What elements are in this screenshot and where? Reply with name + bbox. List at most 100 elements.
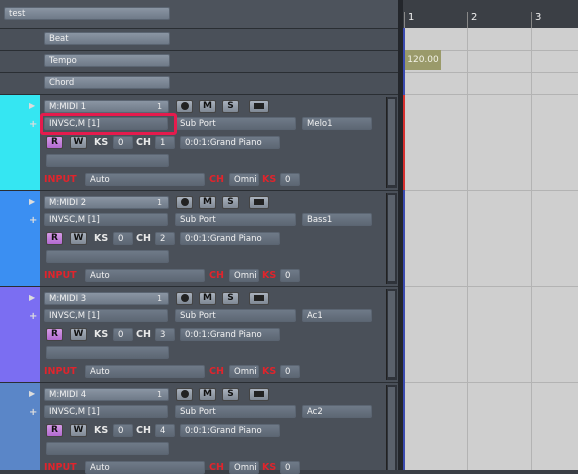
input-ks-field[interactable]: 0 — [280, 269, 300, 282]
expand-icon[interactable]: ▶ — [29, 197, 35, 206]
beat-track-label[interactable]: Beat — [44, 32, 170, 45]
ks-value-field[interactable]: 0 — [113, 424, 133, 437]
expand-icon[interactable]: ▶ — [29, 389, 35, 398]
input-ks-field[interactable]: 0 — [280, 173, 300, 186]
input-field[interactable]: Auto — [85, 173, 205, 186]
blank-field[interactable] — [46, 442, 169, 455]
read-button[interactable]: R — [46, 424, 63, 437]
read-button[interactable]: R — [46, 328, 63, 341]
expand-icon[interactable]: ▶ — [29, 293, 35, 302]
track-2-scrollbar[interactable] — [386, 193, 397, 284]
ch-value-field[interactable]: 3 — [155, 328, 175, 341]
record-button[interactable] — [176, 388, 193, 401]
part-name-field[interactable]: Ac2 — [302, 405, 372, 418]
track-1-scrollbar[interactable] — [386, 97, 397, 188]
add-icon[interactable]: + — [29, 119, 37, 130]
input-ks-field[interactable]: 0 — [280, 461, 300, 474]
mute-button[interactable]: M — [199, 100, 216, 113]
device-field[interactable]: INVSC,M [1] — [44, 309, 168, 322]
input-ch-label: CH — [209, 174, 224, 185]
input-field[interactable]: Auto — [85, 269, 205, 282]
mute-button[interactable]: M — [199, 292, 216, 305]
chord-track-label[interactable]: Chord — [44, 76, 170, 89]
patch-field[interactable]: 0:0:1:Grand Piano — [180, 136, 280, 149]
global-track-chord: Chord — [0, 73, 398, 95]
add-icon[interactable]: + — [29, 311, 37, 322]
patch-field[interactable]: 0:0:1:Grand Piano — [180, 424, 280, 437]
bar-number: 2 — [471, 12, 478, 23]
patch-field[interactable]: 0:0:1:Grand Piano — [180, 328, 280, 341]
scroll-thumb[interactable] — [388, 195, 395, 281]
ch-value-field[interactable]: 2 — [155, 232, 175, 245]
read-button[interactable]: R — [46, 232, 63, 245]
port-field[interactable]: Sub Port — [175, 213, 296, 226]
ch-label: CH — [136, 233, 151, 244]
monitor-button[interactable] — [249, 292, 269, 305]
blank-field[interactable] — [46, 154, 169, 167]
solo-button[interactable]: S — [222, 292, 239, 305]
add-icon[interactable]: + — [29, 215, 37, 226]
port-field[interactable]: Sub Port — [175, 405, 296, 418]
input-label: INPUT — [44, 174, 77, 185]
record-button[interactable] — [176, 292, 193, 305]
ks-value-field[interactable]: 0 — [113, 328, 133, 341]
monitor-button[interactable] — [249, 100, 269, 113]
track-name-field[interactable]: M:MIDI 4 — [44, 388, 169, 401]
part-name-field[interactable]: Melo1 — [302, 117, 372, 130]
read-button[interactable]: R — [46, 136, 63, 149]
bar-marker — [531, 12, 532, 28]
write-button[interactable]: W — [70, 232, 87, 245]
write-button[interactable]: W — [70, 328, 87, 341]
ch-value-field[interactable]: 4 — [155, 424, 175, 437]
scroll-thumb[interactable] — [388, 99, 395, 185]
track-name-field[interactable]: M:MIDI 3 — [44, 292, 169, 305]
monitor-button[interactable] — [249, 196, 269, 209]
omni-field[interactable]: Omni — [229, 269, 259, 282]
ruler[interactable]: 1 2 3 — [403, 0, 578, 28]
record-button[interactable] — [176, 196, 193, 209]
write-button[interactable]: W — [70, 136, 87, 149]
bar-number: 1 — [408, 12, 415, 23]
record-icon — [180, 294, 189, 302]
timeline-area[interactable]: 1 2 3 120.00 — [403, 0, 578, 470]
input-ks-field[interactable]: 0 — [280, 365, 300, 378]
record-region-marker — [403, 95, 405, 190]
ch-value-field[interactable]: 1 — [155, 136, 175, 149]
omni-field[interactable]: Omni — [229, 173, 259, 186]
blank-field[interactable] — [46, 346, 169, 359]
tempo-track-label[interactable]: Tempo — [44, 54, 170, 67]
project-name-field[interactable]: test — [4, 7, 170, 20]
record-button[interactable] — [176, 100, 193, 113]
track-name-field[interactable]: M:MIDI 1 — [44, 100, 169, 113]
part-name-field[interactable]: Bass1 — [302, 213, 372, 226]
solo-button[interactable]: S — [222, 100, 239, 113]
add-icon[interactable]: + — [29, 407, 37, 418]
omni-field[interactable]: Omni — [229, 365, 259, 378]
expand-icon[interactable]: ▶ — [29, 101, 35, 110]
patch-field[interactable]: 0:0:1:Grand Piano — [180, 232, 280, 245]
solo-button[interactable]: S — [222, 196, 239, 209]
mute-button[interactable]: M — [199, 196, 216, 209]
track-3-scrollbar[interactable] — [386, 289, 397, 380]
track-4-scrollbar[interactable] — [386, 385, 397, 470]
input-ks-label: KS — [262, 462, 277, 473]
ks-value-field[interactable]: 0 — [113, 232, 133, 245]
device-field[interactable]: INVSC,M [1] — [44, 213, 168, 226]
input-field[interactable]: Auto — [85, 461, 205, 474]
ks-value-field[interactable]: 0 — [113, 136, 133, 149]
track-name-field[interactable]: M:MIDI 2 — [44, 196, 169, 209]
write-button[interactable]: W — [70, 424, 87, 437]
part-name-field[interactable]: Ac1 — [302, 309, 372, 322]
blank-field[interactable] — [46, 250, 169, 263]
port-field[interactable]: Sub Port — [175, 309, 296, 322]
monitor-button[interactable] — [249, 388, 269, 401]
tempo-event[interactable]: 120.00 — [405, 50, 441, 70]
solo-button[interactable]: S — [222, 388, 239, 401]
device-field[interactable]: INVSC,M [1] — [44, 405, 168, 418]
port-field[interactable]: Sub Port — [175, 117, 296, 130]
mute-button[interactable]: M — [199, 388, 216, 401]
omni-field[interactable]: Omni — [229, 461, 259, 474]
scroll-thumb[interactable] — [388, 387, 395, 470]
input-field[interactable]: Auto — [85, 365, 205, 378]
scroll-thumb[interactable] — [388, 291, 395, 377]
